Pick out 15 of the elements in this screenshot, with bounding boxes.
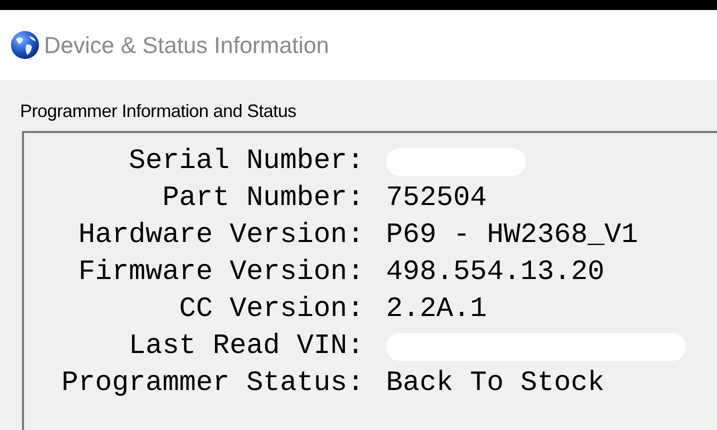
field-label: CC Version: bbox=[179, 293, 364, 327]
field-label: Programmer Status: bbox=[62, 367, 364, 401]
field-label: Last Read VIN: bbox=[128, 330, 364, 364]
field-value: Back To Stock bbox=[386, 367, 604, 401]
field-label: Serial Number: bbox=[128, 145, 364, 179]
globe-icon bbox=[10, 30, 40, 60]
group-title: Programmer Information and Status bbox=[20, 100, 298, 123]
field-value: 2.2A.1 bbox=[386, 293, 487, 327]
field-label: Hardware Version: bbox=[78, 219, 364, 253]
field-label: Firmware Version: bbox=[78, 256, 364, 290]
field-value: 498.554.13.20 bbox=[386, 256, 604, 290]
field-value: 752504 bbox=[386, 182, 487, 216]
field-value: P69 - HW2368_V1 bbox=[386, 219, 638, 253]
field-label: Part Number: bbox=[162, 182, 364, 216]
window-title: Device & Status Information bbox=[44, 30, 330, 60]
